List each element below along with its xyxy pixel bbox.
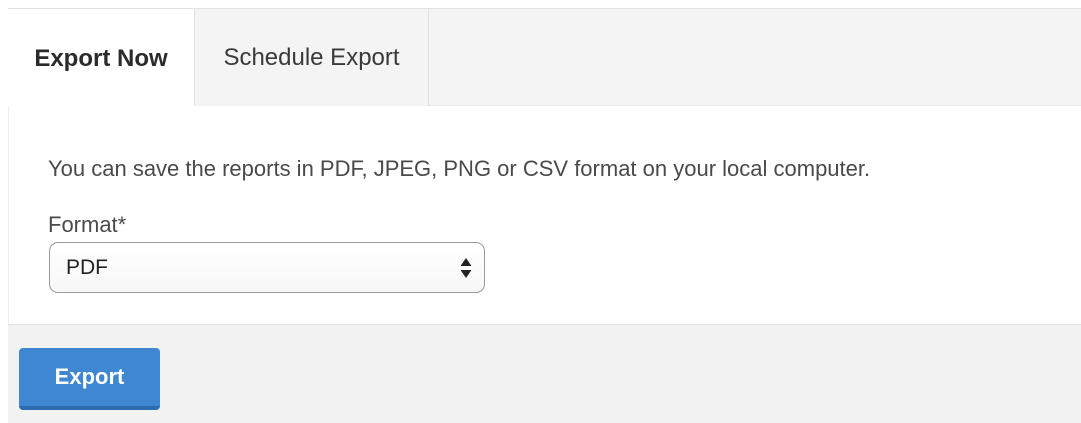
tab-schedule-export-label: Schedule Export [223, 44, 400, 71]
tab-bar: Export Now Schedule Export [8, 8, 1081, 108]
format-label: Format* [48, 212, 127, 237]
export-now-panel: You can save the reports in PDF, JPEG, P… [8, 106, 1081, 324]
format-select-value: PDF [66, 256, 108, 279]
tab-schedule-export[interactable]: Schedule Export [195, 9, 429, 107]
dialog-footer: Export [8, 324, 1081, 423]
tab-export-now[interactable]: Export Now [8, 9, 195, 108]
export-button[interactable]: Export [19, 348, 160, 410]
chevron-up-down-icon [460, 257, 472, 279]
format-select[interactable]: PDF [49, 242, 485, 293]
export-button-label: Export [54, 364, 125, 389]
export-description: You can save the reports in PDF, JPEG, P… [48, 156, 871, 181]
export-dialog: Export Now Schedule Export You can save … [0, 0, 1081, 423]
tab-export-now-label: Export Now [34, 44, 168, 72]
